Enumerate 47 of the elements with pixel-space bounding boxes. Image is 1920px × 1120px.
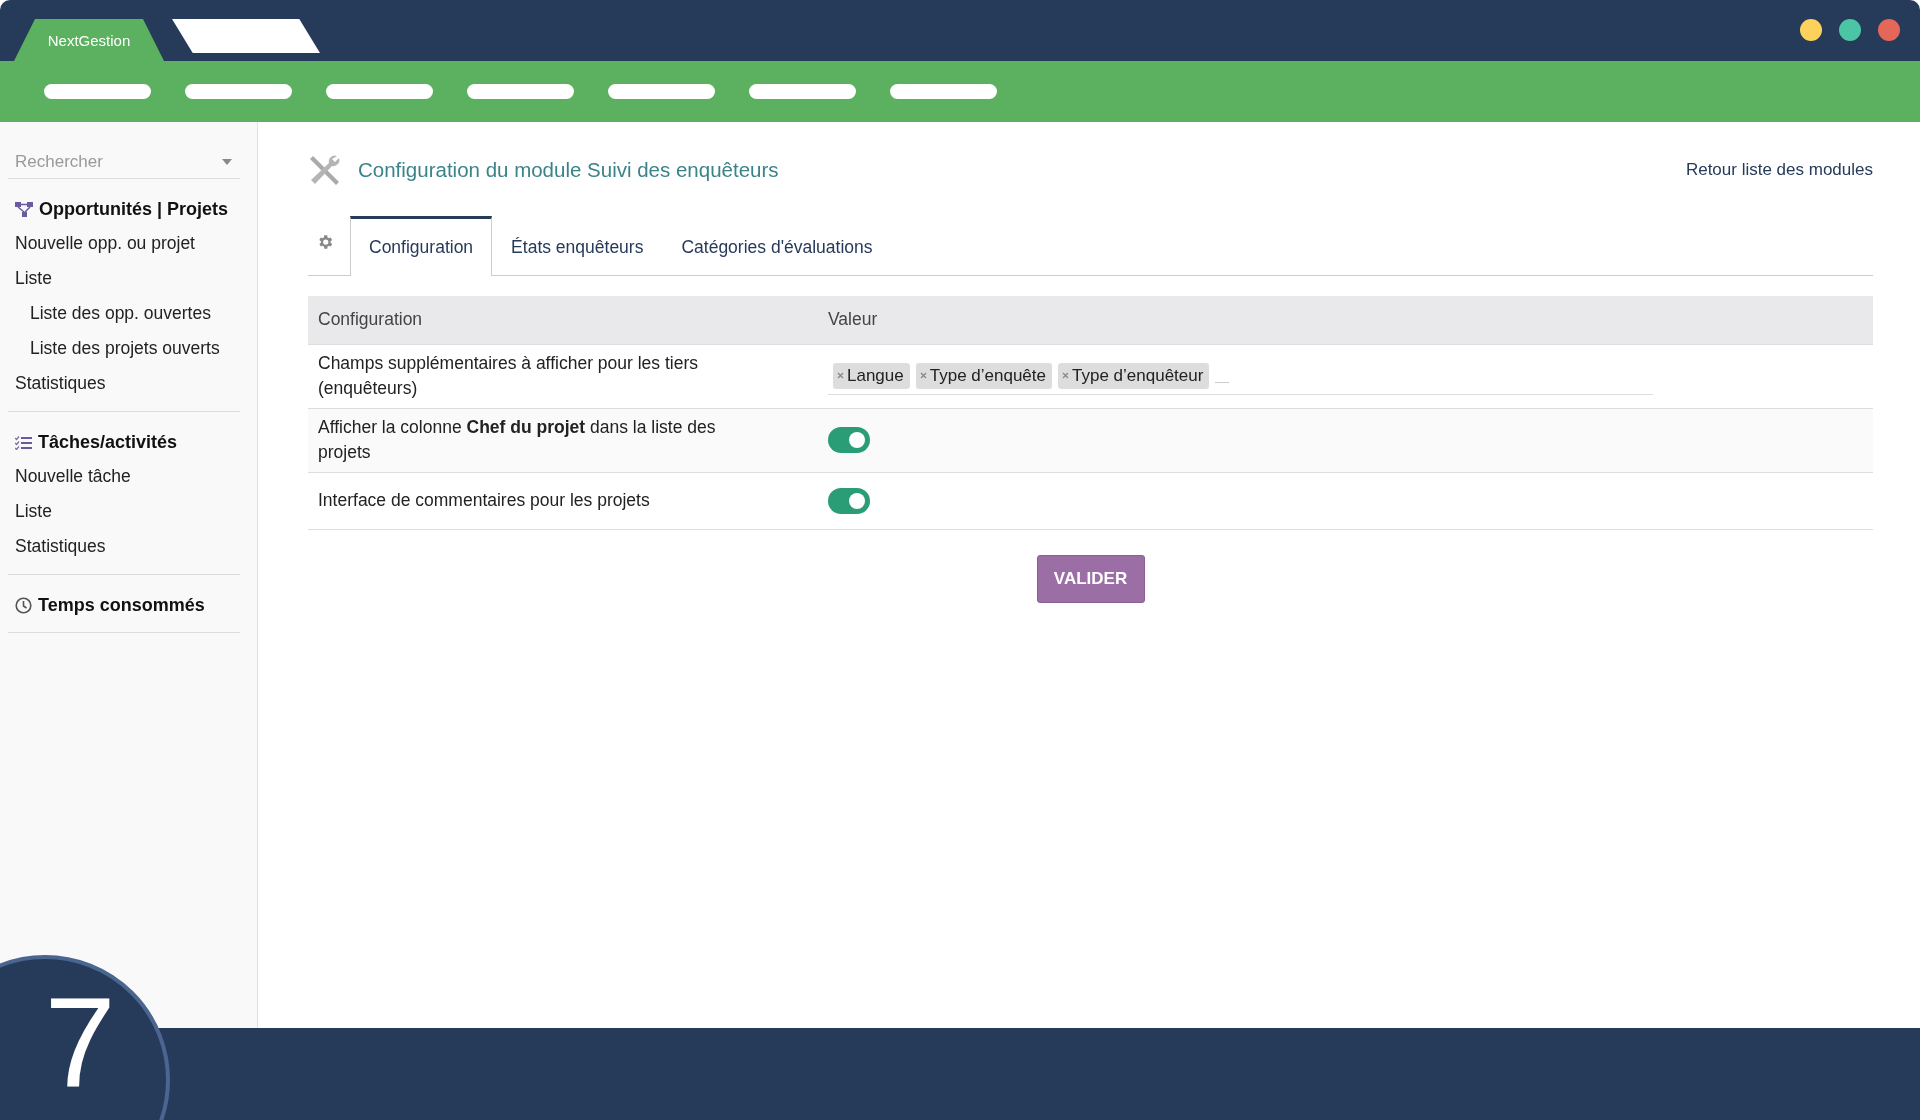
submit-button[interactable]: VALIDER [1036, 554, 1145, 603]
toggle-switch[interactable] [828, 427, 870, 454]
sidebar-item[interactable]: Nouvelle tâche [15, 459, 131, 494]
sidebar-item[interactable]: Nouvelle opp. ou projet [15, 226, 195, 261]
tab[interactable]: Catégories d'évaluations [662, 218, 892, 276]
menu-placeholder-bar[interactable] [608, 84, 715, 99]
menu-placeholder-bar[interactable] [467, 84, 574, 99]
toggle-switch[interactable] [828, 487, 870, 514]
tag-chip[interactable]: Type d’enquête [915, 362, 1052, 390]
checklist-icon [15, 435, 32, 450]
caret-icon [222, 159, 232, 165]
back-link[interactable]: Retour liste des modules [1685, 160, 1873, 180]
menu-placeholder-bar[interactable] [749, 84, 856, 99]
tag-chip[interactable]: Type d’enquêteur [1058, 362, 1210, 390]
sidebar-item[interactable]: Liste [15, 261, 52, 296]
hierarchy-icon [15, 202, 33, 217]
sidebar-item[interactable]: Statistiques [15, 529, 106, 564]
tools-icon [308, 153, 342, 187]
remove-icon[interactable] [837, 372, 844, 380]
sidebar-item[interactable]: Statistiques [15, 366, 106, 401]
window-control-dot[interactable] [1839, 19, 1861, 41]
clock-icon [15, 597, 32, 614]
setting-label: Interface de commentaires pour les projets [318, 488, 651, 512]
menu-placeholder-bar[interactable] [185, 84, 292, 99]
tab[interactable]: Configuration [350, 216, 493, 276]
sidebar-section-title[interactable]: Opportunités | Projets [39, 199, 229, 220]
search-field[interactable]: Rechercher [15, 152, 195, 172]
sidebar-section-title[interactable]: Temps consommés [38, 595, 205, 616]
sidebar-section-title[interactable]: Tâches/activités [38, 432, 178, 453]
window-control-dot[interactable] [1878, 19, 1900, 41]
tag-chip[interactable]: Langue [833, 362, 910, 390]
column-header: Valeur [828, 309, 878, 330]
tags-field[interactable]: Langue Type d’enquête Type d’enquêteur [828, 357, 1653, 396]
menu-placeholder-bar[interactable] [44, 84, 151, 99]
sidebar-item[interactable]: Liste [15, 494, 52, 529]
remove-icon[interactable] [919, 372, 927, 380]
menu-placeholder-bar[interactable] [890, 84, 997, 99]
setting-label: Champs supplémentaires à afficher pour les tiers (enquêteurs) [318, 352, 699, 401]
menu-placeholder-bar[interactable] [326, 84, 433, 99]
column-header: Configuration [318, 309, 423, 330]
window-control-dot[interactable] [1800, 19, 1822, 41]
setting-label: Afficher la colonne Chef du projet dans la liste des projets [318, 415, 717, 465]
remove-icon[interactable] [1062, 372, 1069, 380]
sidebar-subitem[interactable]: Liste des projets ouverts [30, 331, 220, 366]
sidebar-subitem[interactable]: Liste des opp. ouvertes [30, 296, 211, 331]
page-title: Configuration du module Suivi des enquêteurs [358, 158, 779, 182]
tab[interactable]: États enquêteurs [492, 218, 663, 276]
